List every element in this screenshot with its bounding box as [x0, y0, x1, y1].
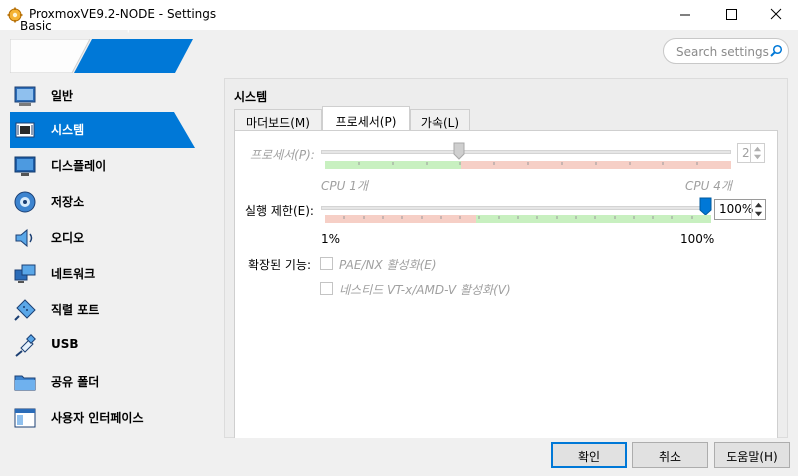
- sidebar-item-label: 네트워크: [51, 267, 96, 281]
- cancel-button[interactable]: 취소: [632, 442, 708, 468]
- close-icon: [770, 8, 782, 20]
- mode-basic-tab[interactable]: Basic: [20, 19, 52, 33]
- sidebar: 일반 시스템 디스플레이 저장소 오디오 네트워크 직렬 포트 USB 공유 폴…: [0, 75, 220, 440]
- pae-nx-label: PAE/NX 활성화(E): [339, 258, 437, 272]
- sidebar-item-network[interactable]: 네트워크: [0, 256, 220, 290]
- close-button[interactable]: [752, 0, 798, 30]
- monitor-icon: [14, 86, 36, 106]
- cpu-count-value: 2: [742, 146, 750, 160]
- chip-icon: [15, 122, 35, 138]
- execution-cap-min-label: 1%: [321, 232, 341, 246]
- tab-processor[interactable]: 프로세서(P): [322, 106, 410, 132]
- display-icon: [14, 156, 36, 176]
- execution-cap-spinbox[interactable]: 100%: [714, 199, 766, 220]
- minimize-button[interactable]: [662, 0, 708, 30]
- search-icon[interactable]: [769, 44, 783, 58]
- pae-nx-checkbox[interactable]: [320, 257, 333, 270]
- page-title: 시스템: [234, 90, 268, 104]
- cpu-count-spinbox[interactable]: 2: [737, 143, 765, 163]
- execution-cap-value: 100%: [719, 202, 754, 216]
- serial-port-icon: [14, 299, 36, 321]
- sidebar-item-label: 일반: [51, 89, 74, 103]
- sidebar-item-audio[interactable]: 오디오: [0, 220, 220, 254]
- execution-cap-slider-track[interactable]: [321, 206, 710, 210]
- search-placeholder: Search settings: [676, 45, 769, 59]
- tab-motherboard[interactable]: 마더보드(M): [234, 109, 322, 131]
- sidebar-item-label: 공유 폴더: [51, 375, 100, 389]
- mode-switch: [10, 39, 193, 73]
- sidebar-item-display[interactable]: 디스플레이: [0, 148, 220, 182]
- scale-range-high: [476, 215, 711, 223]
- usb-icon: [15, 334, 36, 357]
- sidebar-item-serial-port[interactable]: 직렬 포트: [0, 292, 220, 326]
- maximize-icon: [726, 9, 737, 20]
- cpu-count-label: 프로세서(P):: [250, 148, 315, 162]
- cpu-count-scale: [325, 161, 731, 169]
- sidebar-item-label: 디스플레이: [51, 159, 107, 173]
- cpu-count-slider-track[interactable]: [321, 150, 731, 154]
- execution-cap-slider-handle[interactable]: [699, 197, 712, 216]
- sidebar-item-user-interface[interactable]: 사용자 인터페이스: [0, 400, 220, 434]
- help-button[interactable]: 도움말(H): [714, 442, 790, 468]
- mode-expert-tab[interactable]: Expert: [112, 19, 151, 33]
- cpu-count-slider-handle[interactable]: [453, 142, 465, 160]
- ui-window-icon: [14, 408, 36, 428]
- spin-arrows-icon[interactable]: [750, 144, 764, 162]
- execution-cap-label: 실행 제한(E):: [245, 204, 314, 218]
- execution-cap-scale: [325, 215, 711, 223]
- nested-vtx-checkbox[interactable]: [320, 282, 333, 295]
- sidebar-item-usb[interactable]: USB: [0, 328, 220, 362]
- spin-arrows-icon[interactable]: [751, 200, 765, 219]
- ok-button[interactable]: 확인: [551, 442, 627, 468]
- network-icon: [14, 264, 36, 283]
- sidebar-item-shared-folders[interactable]: 공유 폴더: [0, 364, 220, 398]
- folder-icon: [14, 375, 36, 391]
- sidebar-item-storage[interactable]: 저장소: [0, 184, 220, 218]
- scale-range-low: [325, 215, 476, 223]
- disk-icon: [14, 191, 36, 213]
- sidebar-item-system[interactable]: 시스템: [0, 112, 220, 148]
- sidebar-active-highlight: [10, 112, 195, 148]
- sidebar-item-label: 저장소: [51, 195, 85, 209]
- sidebar-item-label: 오디오: [51, 231, 85, 245]
- sidebar-item-general[interactable]: 일반: [0, 78, 220, 112]
- sidebar-item-label: 시스템: [51, 123, 85, 137]
- nested-vtx-label: 네스티드 VT-x/AMD-V 활성화(V): [339, 283, 511, 297]
- cpu-max-label: CPU 4개: [685, 179, 732, 193]
- maximize-button[interactable]: [708, 0, 754, 30]
- search-input[interactable]: Search settings: [663, 38, 789, 64]
- extended-features-label: 확장된 기능:: [248, 258, 312, 272]
- cpu-min-label: CPU 1개: [321, 179, 368, 193]
- tab-acceleration[interactable]: 가속(L): [410, 109, 470, 131]
- sidebar-item-label: 사용자 인터페이스: [51, 411, 144, 425]
- sidebar-item-label: USB: [51, 337, 79, 351]
- sidebar-item-label: 직렬 포트: [51, 303, 100, 317]
- execution-cap-max-label: 100%: [680, 232, 715, 246]
- minimize-icon: [680, 14, 690, 16]
- speaker-icon: [15, 228, 33, 248]
